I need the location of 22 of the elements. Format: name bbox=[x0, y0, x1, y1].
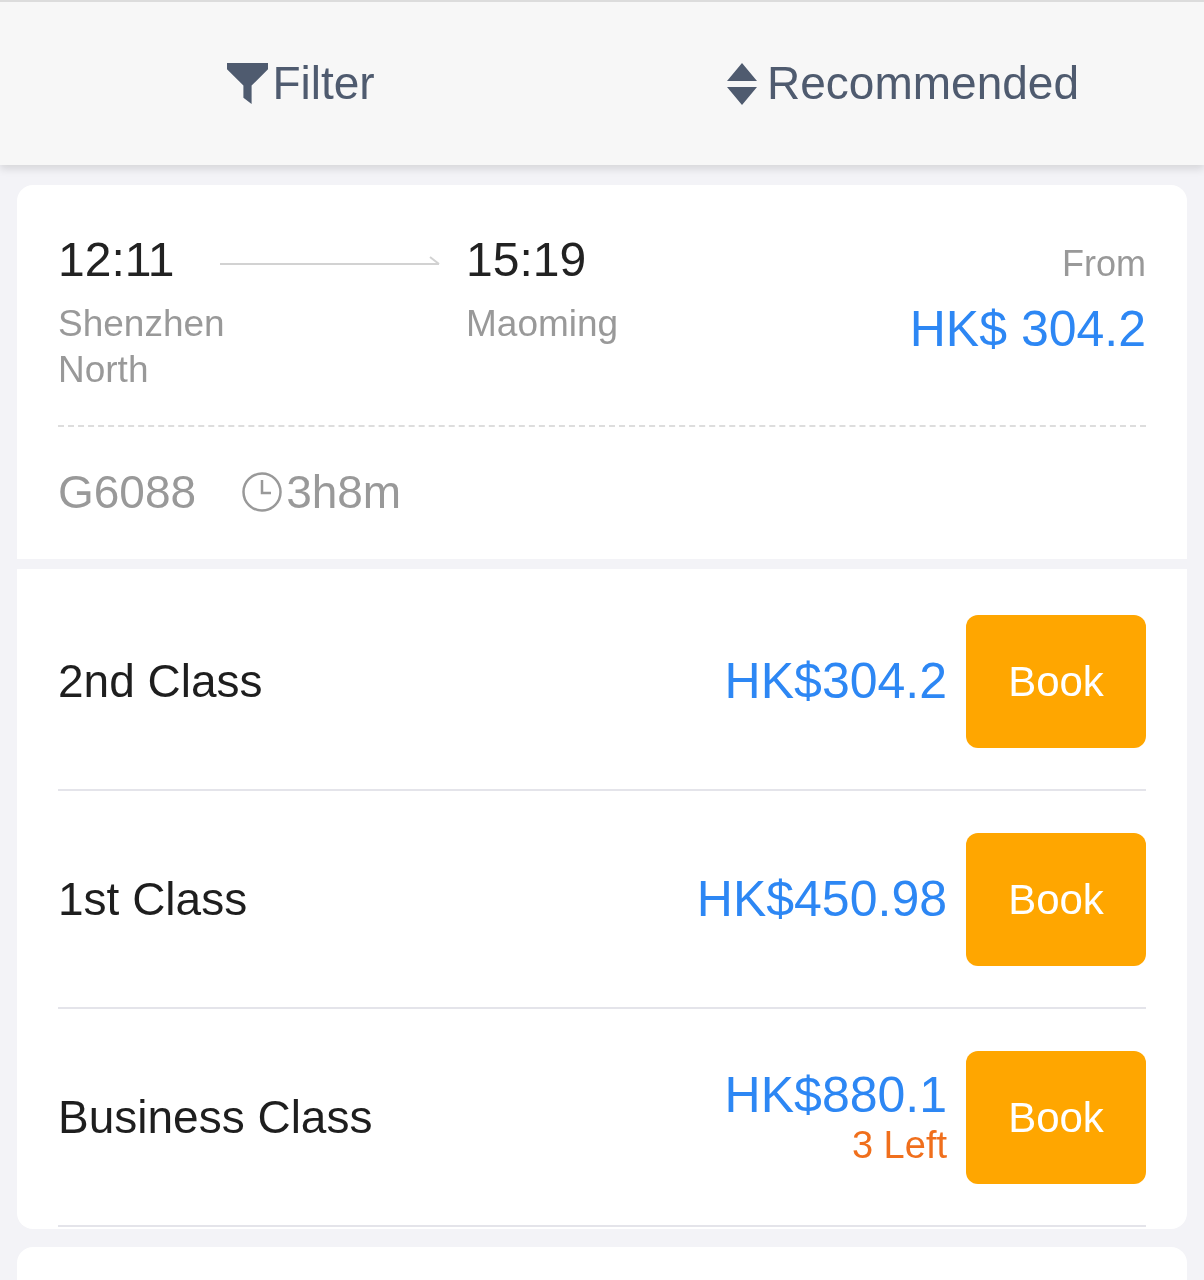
class-name: Business Class bbox=[58, 1089, 374, 1145]
class-price: HK$450.98 bbox=[696, 871, 947, 927]
train-number: G6088 bbox=[58, 465, 197, 520]
trip-duration: 3h8m bbox=[286, 465, 402, 520]
price-label: From bbox=[1061, 242, 1146, 286]
clock-icon bbox=[242, 472, 283, 512]
train-summary-card[interactable]: 12:11 15:19 From Shenzhen North Maoming HK$ 304.2 G6088 3h8m bbox=[17, 185, 1187, 559]
sort-button[interactable]: Recommended bbox=[727, 49, 1079, 118]
filter-button[interactable]: Filter bbox=[227, 49, 375, 118]
seats-left: 3 Left bbox=[851, 1123, 947, 1167]
arrival-station: Maoming bbox=[466, 302, 620, 346]
departure-station: Shenzhen North bbox=[58, 302, 226, 392]
class-price: HK$880.1 bbox=[724, 1067, 947, 1123]
class-name: 1st Class bbox=[58, 871, 249, 927]
sort-icon bbox=[727, 62, 758, 105]
filter-icon bbox=[227, 63, 269, 104]
arrow-icon bbox=[220, 255, 440, 265]
class-name: 2nd Class bbox=[58, 653, 264, 709]
arrival-time: 15:19 bbox=[466, 232, 588, 288]
departure-time: 12:11 bbox=[58, 232, 176, 288]
class-price: HK$304.2 bbox=[724, 653, 947, 709]
lowest-price: HK$ 304.2 bbox=[909, 301, 1146, 357]
